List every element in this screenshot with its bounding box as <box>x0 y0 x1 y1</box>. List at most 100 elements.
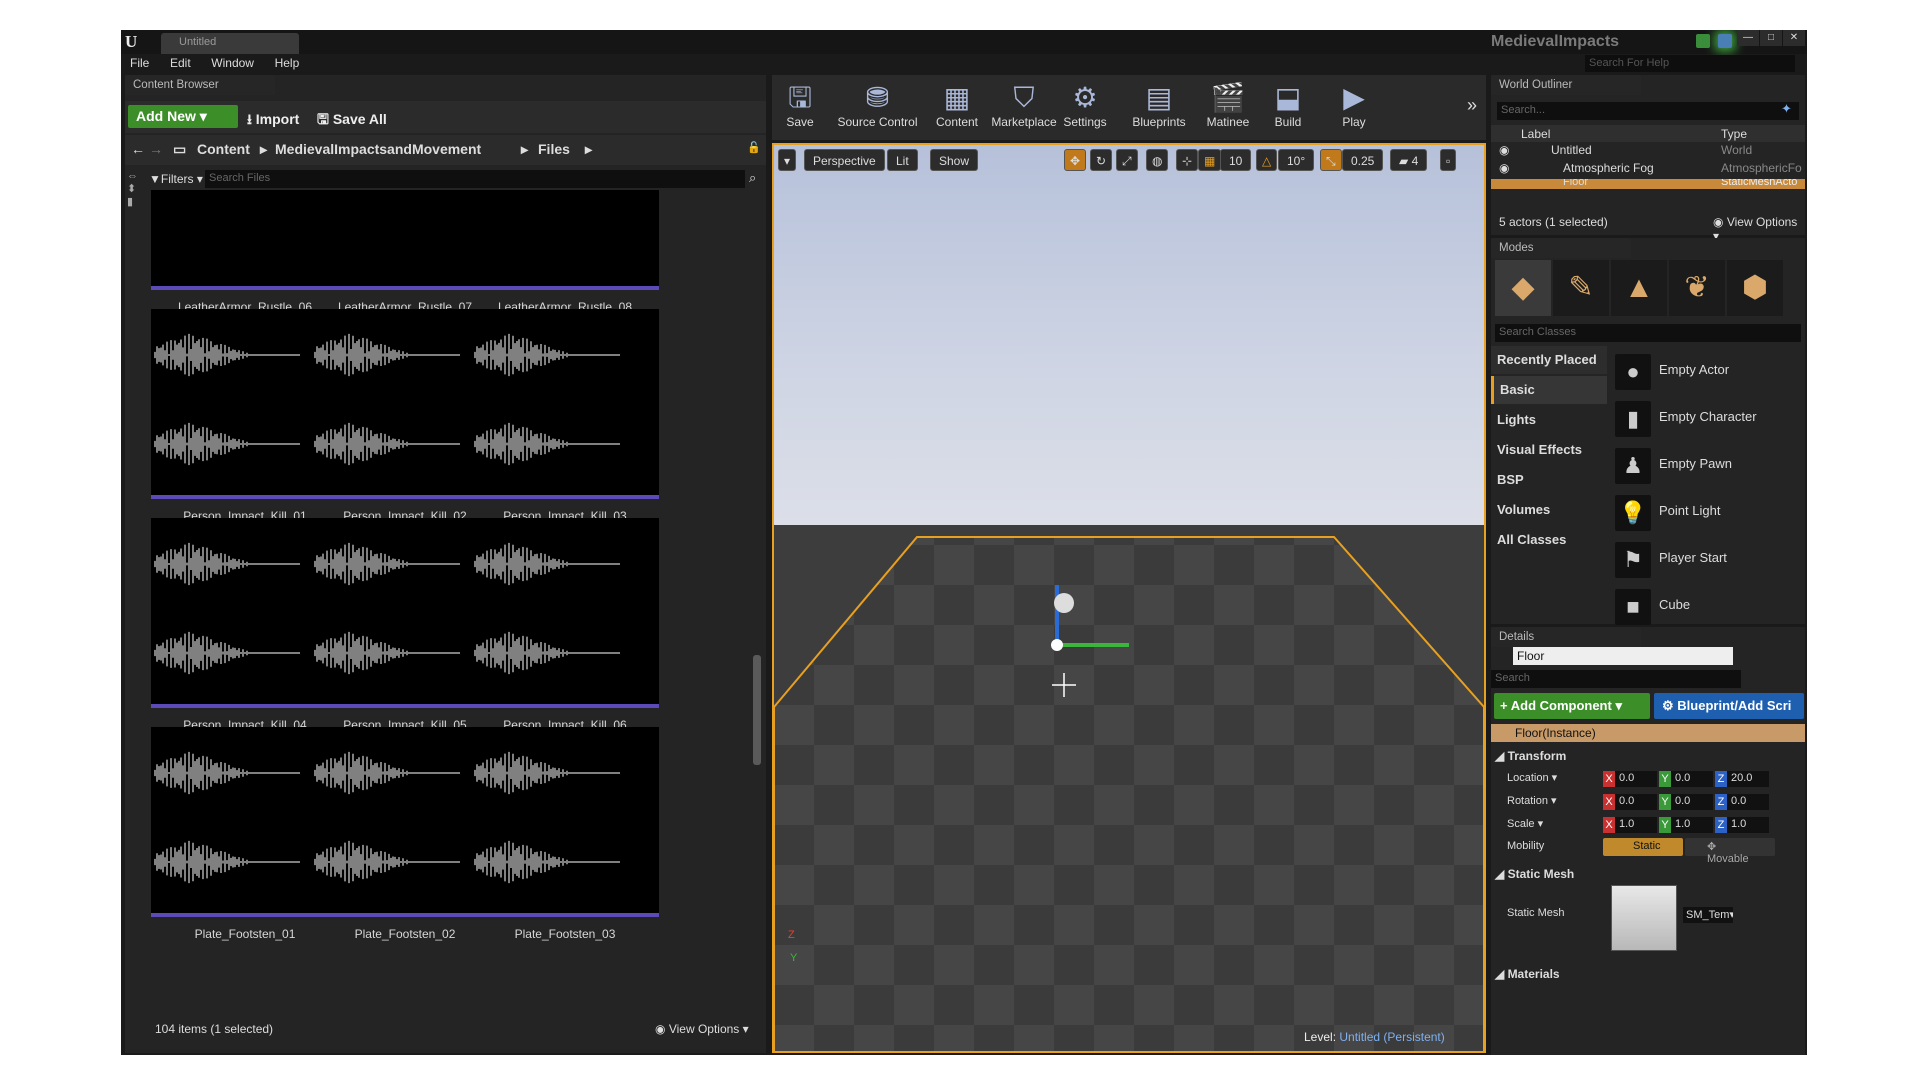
camera-speed-button[interactable]: ▰ 4 <box>1390 149 1428 171</box>
surface-snap-icon[interactable]: ⊹ <box>1176 149 1199 171</box>
asset-thumbnail[interactable]: LeatherArmor_Rustle_08 <box>471 190 659 314</box>
add-component-button[interactable]: + Add Component ▾ <box>1494 693 1650 719</box>
level-name[interactable]: Untitled (Persistent) <box>1339 1030 1444 1044</box>
sources-toggle-icon[interactable]: ⇔ ⬍ ▮ <box>127 170 143 240</box>
search-icon[interactable]: ⌕ <box>749 170 756 186</box>
scale-snap-icon[interactable]: ⤡ <box>1320 149 1342 171</box>
mobility-movable-button[interactable]: ✥ Movable <box>1685 838 1775 865</box>
category-volumes[interactable]: Volumes <box>1491 496 1607 524</box>
place-item-point-light[interactable]: 💡 Point Light <box>1611 491 1797 535</box>
label-column-header[interactable]: Label <box>1521 127 1550 141</box>
modes-tab[interactable]: Modes <box>1491 238 1631 258</box>
category-bsp[interactable]: BSP <box>1491 466 1607 494</box>
actor-name-field[interactable]: Floor <box>1513 647 1733 665</box>
source-control-button[interactable]: ⛃ Source Control <box>830 75 925 139</box>
save-button[interactable]: 🖫 Save <box>778 75 822 139</box>
place-item-empty-pawn[interactable]: ♟ Empty Pawn <box>1611 444 1797 488</box>
category-visual-effects[interactable]: Visual Effects <box>1491 436 1607 464</box>
rotation-x-field[interactable]: 0.0 <box>1615 794 1657 810</box>
world-outliner-tab[interactable]: World Outliner <box>1491 75 1641 95</box>
help-search-input[interactable]: Search For Help <box>1585 55 1795 72</box>
search-files-input[interactable]: Search Files <box>205 170 745 188</box>
paint-mode-icon[interactable]: ✎ <box>1553 260 1609 316</box>
menu-help[interactable]: Help <box>266 54 308 70</box>
scale-mode-icon[interactable]: ⤢ <box>1116 149 1138 171</box>
static-mesh-picker[interactable]: SM_Tem▾ <box>1683 907 1733 923</box>
static-mesh-thumbnail[interactable] <box>1611 885 1677 951</box>
details-tab[interactable]: Details <box>1491 627 1641 647</box>
level-viewport[interactable]: Y Z ▾ Perspective Lit Show ✥ ↻ ⤢ ◍ ⊹ ▦ 1… <box>772 143 1486 1053</box>
blueprint-button[interactable]: ⚙ Blueprint/Add Scri <box>1654 693 1804 719</box>
details-search-input[interactable]: Search <box>1491 670 1741 688</box>
back-icon[interactable]: ← <box>131 141 145 157</box>
geometry-mode-icon[interactable]: ⬢ <box>1727 260 1783 316</box>
breadcrumb-arrow-icon[interactable]: ▸ <box>585 141 592 158</box>
location-z-field[interactable]: 20.0 <box>1727 771 1769 787</box>
category-recently-placed[interactable]: Recently Placed <box>1491 346 1607 374</box>
level-tab[interactable]: Untitled <box>161 33 299 54</box>
place-item-empty-character[interactable]: ▮ Empty Character <box>1611 397 1797 441</box>
visibility-eye-icon[interactable]: ◉ <box>1499 161 1509 175</box>
scale-label[interactable]: Scale ▾ <box>1507 817 1543 830</box>
add-new-button[interactable]: Add New ▾ <box>128 105 238 128</box>
landscape-mode-icon[interactable]: ▲ <box>1611 260 1667 316</box>
outliner-search-input[interactable]: Search... <box>1497 102 1799 120</box>
category-basic[interactable]: Basic <box>1491 376 1607 404</box>
mobility-static-button[interactable]: Static <box>1603 838 1683 856</box>
content-browser-tab[interactable]: Content Browser <box>125 75 275 95</box>
scale-z-field[interactable]: 1.0 <box>1727 817 1769 833</box>
maximize-button[interactable]: □ <box>1760 30 1782 46</box>
scrollbar[interactable] <box>753 655 761 765</box>
forward-icon[interactable]: → <box>149 141 163 157</box>
minimize-button[interactable]: — <box>1737 30 1759 46</box>
menu-window[interactable]: Window <box>202 54 262 70</box>
static-mesh-section-header[interactable]: ◢ Static Mesh <box>1495 867 1574 881</box>
location-x-field[interactable]: 0.0 <box>1615 771 1657 787</box>
perspective-button[interactable]: Perspective <box>804 149 885 171</box>
show-button[interactable]: Show <box>930 149 979 171</box>
close-button[interactable]: ✕ <box>1783 30 1805 46</box>
view-options-button[interactable]: ◉ View Options ▾ <box>655 1022 749 1036</box>
menu-file[interactable]: File <box>121 54 157 70</box>
rotation-y-field[interactable]: 0.0 <box>1671 794 1713 810</box>
rotation-snap-icon[interactable]: △ <box>1256 149 1278 171</box>
chat-icon[interactable] <box>1696 34 1710 48</box>
materials-section-header[interactable]: ◢ Materials <box>1495 967 1560 981</box>
play-button[interactable]: ▶ Play <box>1326 75 1382 139</box>
marketplace-button[interactable]: ⛉ Marketplace <box>990 75 1058 139</box>
type-column-header[interactable]: Type <box>1721 127 1747 141</box>
category-lights[interactable]: Lights <box>1491 406 1607 434</box>
rotation-label[interactable]: Rotation ▾ <box>1507 794 1557 807</box>
gizmo-pivot[interactable] <box>1051 639 1063 651</box>
place-mode-icon[interactable]: ◆ <box>1495 260 1551 316</box>
scale-y-field[interactable]: 1.0 <box>1671 817 1713 833</box>
location-y-field[interactable]: 0.0 <box>1671 771 1713 787</box>
asset-thumbnail[interactable]: Person_Impact_Kill_03 <box>471 309 659 523</box>
lit-button[interactable]: Lit <box>887 149 918 171</box>
grid-snap-value[interactable]: 10 <box>1220 149 1252 171</box>
asset-thumbnail[interactable]: Person_Impact_Kill_06 <box>471 518 659 732</box>
viewport-options-button[interactable]: ▾ <box>778 149 797 171</box>
new-folder-icon[interactable]: ✦ <box>1781 101 1792 117</box>
maximize-viewport-icon[interactable]: ▫ <box>1440 149 1457 171</box>
blueprints-button[interactable]: ▤ Blueprints <box>1125 75 1193 139</box>
rotation-z-field[interactable]: 0.0 <box>1727 794 1769 810</box>
visibility-eye-icon[interactable]: ◉ <box>1499 143 1509 157</box>
category-all-classes[interactable]: All Classes <box>1491 526 1607 554</box>
place-item-empty-actor[interactable]: ● Empty Actor <box>1611 350 1797 394</box>
outliner-row[interactable]: ◉ Atmospheric Fog AtmosphericFo <box>1491 161 1805 179</box>
world-space-icon[interactable]: ◍ <box>1146 149 1169 171</box>
player-start-icon[interactable] <box>1054 593 1074 613</box>
outliner-row-selected[interactable]: Floor StaticMeshActo <box>1491 179 1805 189</box>
rotation-snap-value[interactable]: 10° <box>1278 149 1315 171</box>
content-button[interactable]: ▦ Content <box>930 75 984 139</box>
filters-button[interactable]: ▼Filters ▾ <box>145 170 205 188</box>
breadcrumb-content[interactable]: Content <box>197 141 250 157</box>
notification-icon[interactable] <box>1718 34 1732 48</box>
location-label[interactable]: Location ▾ <box>1507 771 1557 784</box>
rotate-mode-icon[interactable]: ↻ <box>1090 149 1113 171</box>
save-all-button[interactable]: 🖫 Save All <box>317 105 387 128</box>
place-item-cube[interactable]: ■ Cube <box>1611 585 1797 629</box>
search-classes-input[interactable]: Search Classes <box>1495 324 1801 342</box>
floor-mesh[interactable] <box>774 536 1484 1053</box>
